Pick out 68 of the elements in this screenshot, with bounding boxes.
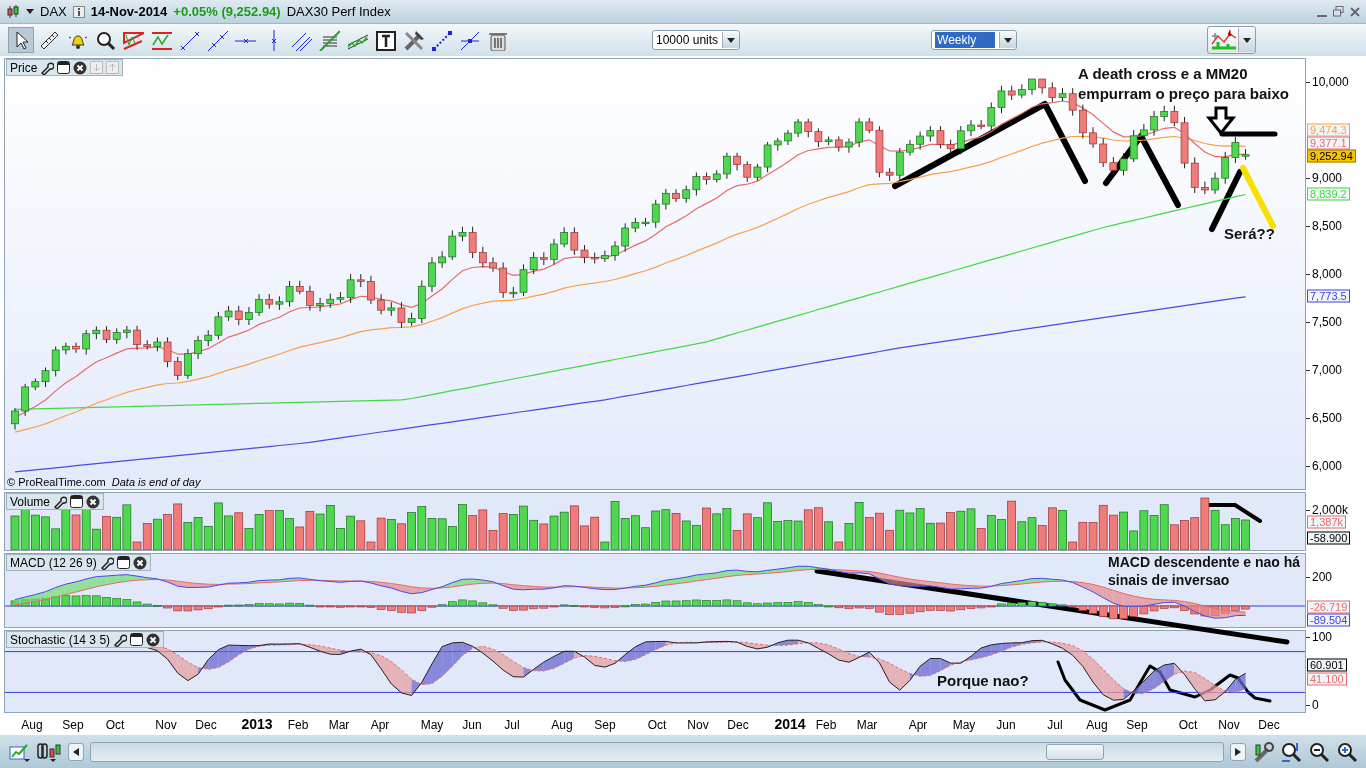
date-axis-label: Sep xyxy=(594,718,616,732)
axis-label: 7,000 xyxy=(1306,363,1343,377)
date-axis-label: Jun xyxy=(462,718,482,732)
axis-label: 9,000 xyxy=(1306,171,1343,185)
date-axis-label: Aug xyxy=(1086,718,1108,732)
axis-label: 6,500 xyxy=(1306,411,1343,425)
axis-label: 100 xyxy=(1306,630,1333,644)
axis-label: 0 xyxy=(1306,698,1319,712)
date-axis-label: Jul xyxy=(1047,718,1063,732)
value-marker: 9,474.3 xyxy=(1307,123,1350,137)
date-axis-label: Feb xyxy=(815,718,837,732)
annotation-text: MACD descendente e nao há sinais de inversao xyxy=(1108,553,1302,590)
date-axis-label: Apr xyxy=(908,718,928,732)
instrument-name: DAX30 Perf Index xyxy=(286,4,391,19)
date-axis-label: Apr xyxy=(370,718,390,732)
date-axis-label: Oct xyxy=(105,718,125,732)
date-axis-label: Dec xyxy=(727,718,749,732)
panel-title: Stochastic (14 3 5) xyxy=(10,632,111,647)
date-axis-label: Mar xyxy=(856,718,878,732)
value-marker: 7,773.5 xyxy=(1307,289,1350,303)
units-dropdown[interactable]: 10000 units xyxy=(652,30,741,50)
date-axis-label: Mar xyxy=(328,718,350,732)
date-axis-label: Aug xyxy=(21,718,43,732)
panel-title: Volume xyxy=(10,494,51,509)
date-axis-label: Nov xyxy=(687,718,709,732)
value-marker: 9,252.94 xyxy=(1307,149,1356,163)
date-axis-label: Sep xyxy=(1126,718,1148,732)
quote-date: 14-Nov-2014 xyxy=(90,4,168,19)
date-axis-label: May xyxy=(952,718,976,732)
annotation-text: A death cross e a MM20 empurram o preço para baixo xyxy=(1078,64,1290,103)
date-axis-label: Oct xyxy=(647,718,667,732)
value-marker: 9,377.1 xyxy=(1307,136,1350,150)
date-axis-label: Jun xyxy=(996,718,1016,732)
date-axis-label: 2013 xyxy=(241,716,273,732)
axis-label: 6,000 xyxy=(1306,459,1343,473)
data-note: Data is end of day xyxy=(111,476,201,488)
annotation-text: Será?? xyxy=(1224,224,1275,244)
timeframe-dropdown[interactable]: Weekly xyxy=(931,30,1018,50)
date-axis-label: Aug xyxy=(551,718,573,732)
value-marker: 1,387k xyxy=(1307,515,1347,529)
date-axis-label: 2014 xyxy=(774,716,806,732)
date-axis-label: Feb xyxy=(287,718,309,732)
axis-label: 200 xyxy=(1306,570,1333,584)
panel-title: Price xyxy=(10,60,38,75)
value-marker: 8,839.2 xyxy=(1307,187,1350,201)
panel-title: MACD (12 26 9) xyxy=(10,555,97,570)
date-axis-label: Nov xyxy=(1218,718,1240,732)
copyright-text: © ProRealTime.com xyxy=(7,476,106,488)
date-axis-label: Nov xyxy=(155,718,177,732)
symbol-name: DAX xyxy=(40,4,67,19)
value-marker: -89.504 xyxy=(1307,613,1351,627)
value-marker: -58.900 xyxy=(1307,531,1351,545)
date-axis-label: Jul xyxy=(504,718,520,732)
date-axis-label: Sep xyxy=(62,718,84,732)
date-axis-label: Dec xyxy=(195,718,217,732)
date-axis-label: Dec xyxy=(1258,718,1280,732)
value-marker: 60.901 xyxy=(1307,658,1347,672)
axis-label: 7,500 xyxy=(1306,315,1343,329)
value-marker: 41.100 xyxy=(1307,672,1347,686)
value-marker: -26.719 xyxy=(1307,600,1351,614)
date-axis-label: Oct xyxy=(1178,718,1198,732)
price-change: +0.05% (9,252.94) xyxy=(173,4,281,19)
date-axis-label: May xyxy=(420,718,444,732)
annotation-text: Porque nao? xyxy=(937,671,1029,691)
axis-label: 2,000k xyxy=(1306,503,1349,517)
axis-label: 10,000 xyxy=(1306,75,1349,89)
axis-label: 8,500 xyxy=(1306,219,1343,233)
axis-label: 8,000 xyxy=(1306,267,1343,281)
